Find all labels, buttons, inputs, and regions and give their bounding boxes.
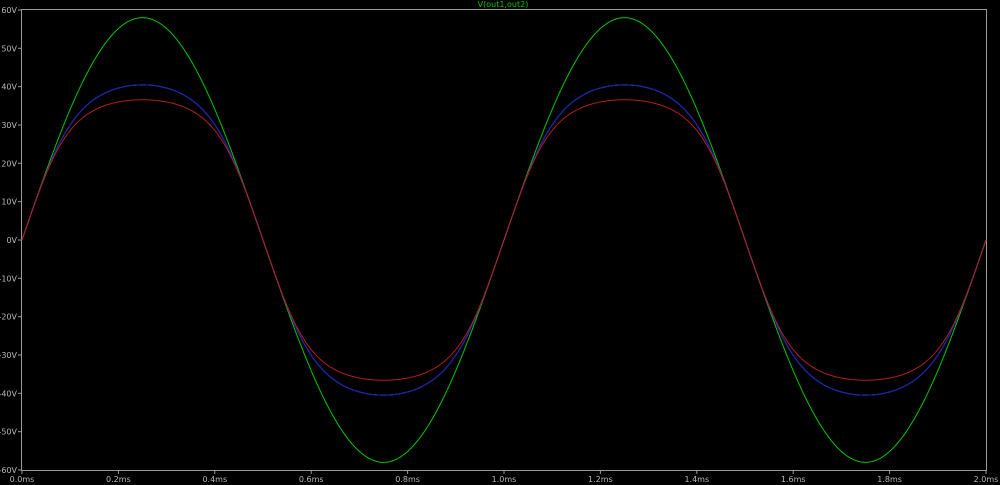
y-tick-label: -10V [0, 274, 18, 283]
y-tick-label: -60V [0, 466, 18, 475]
plot-title: V(out1,out2) [478, 0, 529, 9]
y-tick-label: 60V [1, 6, 17, 15]
x-tick-label: 0.2ms [106, 475, 131, 484]
series-layer [21, 17, 987, 463]
x-tick-label: 0.6ms [299, 475, 324, 484]
y-tick-label: 20V [1, 159, 17, 168]
x-tick-label: 1.4ms [684, 475, 709, 484]
x-tick-label: 1.8ms [877, 475, 902, 484]
y-axis-ticks: 60V 50V 40V 30V 20V 10V 0V -10V -20V -30V -40V -50V… [0, 6, 22, 475]
waveform-plot: V(out1,out2) 0.0ms 0.2ms 0.4ms 0.6ms 0.8ms 1.… [0, 0, 1000, 485]
y-tick-label: 0V [6, 236, 17, 245]
x-tick-label: 0.0ms [10, 475, 35, 484]
y-tick-label: -50V [0, 428, 18, 437]
y-tick-label: -30V [0, 351, 18, 360]
x-axis-ticks: 0.0ms 0.2ms 0.4ms 0.6ms 0.8ms 1.0ms 1.2ms 1.4ms… [10, 470, 999, 484]
y-tick-label: -40V [0, 389, 18, 398]
series-line-3 [21, 99, 987, 381]
y-tick-label: 30V [1, 121, 17, 130]
y-tick-label: 10V [1, 198, 17, 207]
y-tick-label: 40V [1, 83, 17, 92]
x-tick-label: 1.2ms [588, 475, 613, 484]
x-tick-label: 0.8ms [395, 475, 420, 484]
plot-canvas: V(out1,out2) 0.0ms 0.2ms 0.4ms 0.6ms 0.8ms 1.… [0, 0, 999, 484]
x-tick-label: 0.4ms [202, 475, 227, 484]
x-tick-label: 2.0ms [974, 475, 999, 484]
y-tick-label: 50V [1, 44, 17, 53]
x-tick-label: 1.6ms [781, 475, 806, 484]
x-tick-label: 1.0ms [492, 475, 517, 484]
y-tick-label: -20V [0, 313, 18, 322]
